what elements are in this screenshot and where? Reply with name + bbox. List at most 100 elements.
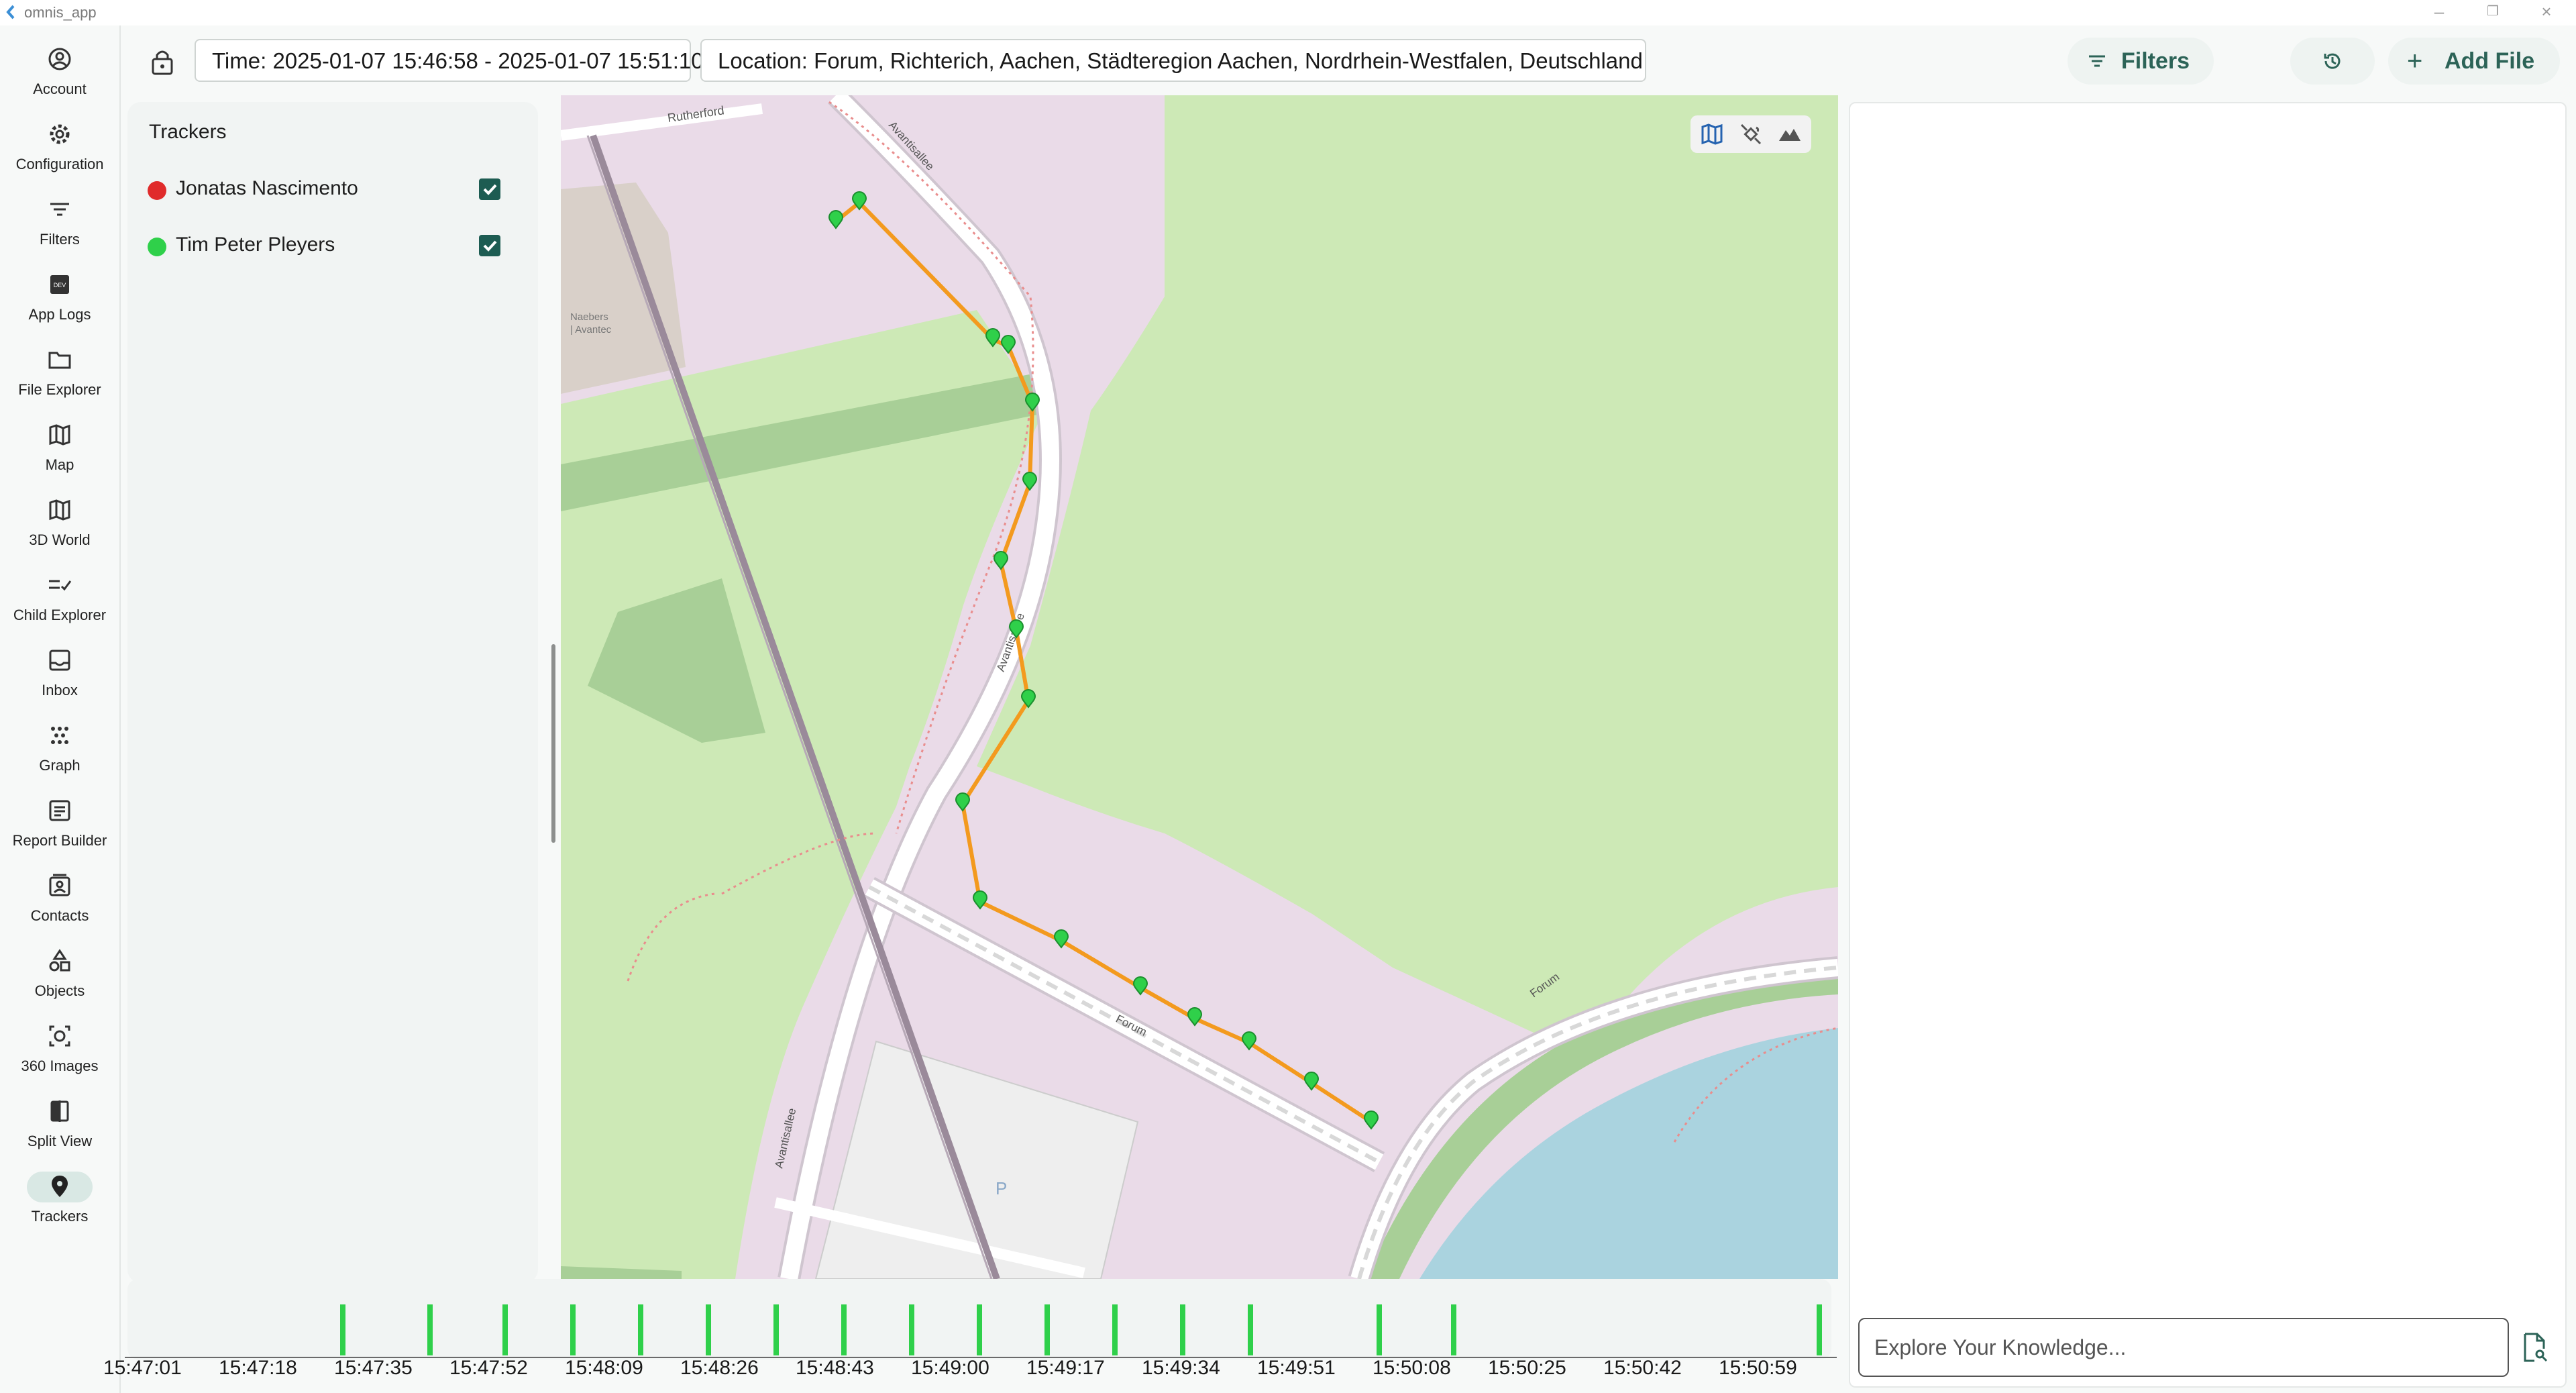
timeline-tick-label: 15:47:35 [334, 1357, 413, 1379]
sidebar-item-split-view[interactable]: Split View [0, 1091, 119, 1158]
tracker-color-dot [148, 238, 166, 256]
timeline-event-marker[interactable] [706, 1304, 711, 1355]
history-icon [2324, 53, 2341, 69]
history-button[interactable] [2290, 38, 2375, 85]
timeline-event-marker[interactable] [502, 1304, 508, 1355]
map-label-avantisallee-south: Avantisallee [772, 1107, 798, 1170]
folder-icon [46, 346, 73, 373]
lock-icon[interactable] [149, 47, 176, 76]
tracker-point[interactable] [1363, 1111, 1379, 1130]
sidebar-item-file-explorer[interactable]: File Explorer [0, 340, 119, 407]
minimize-button[interactable]: – [2426, 1, 2453, 21]
timeline-tick-label: 15:50:42 [1603, 1357, 1682, 1379]
sidebar-item-label: 360 Images [21, 1057, 99, 1074]
sidebar-item-objects[interactable]: Objects [0, 941, 119, 1008]
timeline-tick-label: 15:47:01 [103, 1357, 182, 1379]
timeline-event-marker[interactable] [570, 1304, 576, 1355]
tracker-point[interactable] [955, 792, 971, 812]
sidebar-item-graph[interactable]: Graph [0, 715, 119, 782]
filters-button-label: Filters [2121, 48, 2190, 74]
timeline-event-marker[interactable] [773, 1304, 779, 1355]
sidebar-item-label: Map [45, 456, 74, 473]
sidebar-item-label: Objects [34, 982, 85, 999]
sidebar-item-label: Split View [27, 1133, 93, 1149]
tracker-row[interactable]: Jonatas Nascimento [148, 169, 523, 209]
split-icon [46, 1098, 73, 1125]
sidebar-item-app-logs[interactable]: DEV App Logs [0, 264, 119, 331]
gear-icon [46, 121, 73, 148]
timeline-event-marker[interactable] [841, 1304, 847, 1355]
sidebar-item-label: Filters [40, 231, 80, 248]
tracker-checkbox[interactable] [479, 178, 500, 200]
tracker-checkbox[interactable] [479, 235, 500, 256]
timeline-event-marker[interactable] [1377, 1304, 1382, 1355]
map-style-button[interactable] [1699, 121, 1725, 148]
timeline-tick-label: 15:49:17 [1026, 1357, 1105, 1379]
panel-resize-handle[interactable] [551, 644, 555, 843]
sidebar-item-configuration[interactable]: Configuration [0, 114, 119, 181]
sidebar-item-inbox[interactable]: Inbox [0, 640, 119, 707]
sidebar-item-label: Contacts [30, 907, 89, 924]
timeline-tick-label: 15:47:18 [219, 1357, 297, 1379]
timeline-event-marker[interactable] [427, 1304, 433, 1355]
explore-knowledge-input[interactable] [1858, 1318, 2509, 1377]
sidebar-item-map[interactable]: Map [0, 415, 119, 482]
sidebar-item-label: Inbox [42, 682, 78, 699]
knowledge-panel [1849, 102, 2567, 1388]
map-label-avantec: | Avantec [570, 324, 612, 336]
location-chip[interactable]: Location: Forum, Richterich, Aachen, Stä… [700, 39, 1646, 82]
tracker-point[interactable] [1022, 472, 1038, 491]
panorama-icon [46, 1023, 73, 1049]
terrain-style-button[interactable] [1776, 121, 1803, 148]
timeline-event-marker[interactable] [1180, 1304, 1185, 1355]
timeline-tick-label: 15:49:51 [1257, 1357, 1336, 1379]
sidebar-item-label: Graph [39, 757, 80, 774]
sidebar-item-filters[interactable]: Filters [0, 189, 119, 256]
sidebar-item-label: Report Builder [12, 832, 107, 849]
tracker-color-dot [148, 181, 166, 200]
sidebar-item-account[interactable]: Account [0, 39, 119, 106]
timeline-tick-label: 15:50:59 [1719, 1357, 1797, 1379]
timeline-event-marker[interactable] [977, 1304, 982, 1355]
trackers-panel: Trackers Jonatas Nascimento Tim Peter Pl… [127, 102, 538, 1283]
timeline-event-marker[interactable] [1044, 1304, 1050, 1355]
sidebar-item-contacts[interactable]: Contacts [0, 866, 119, 933]
timeline-event-marker[interactable] [1451, 1304, 1456, 1355]
sidebar-item-360-images[interactable]: 360 Images [0, 1016, 119, 1083]
timeline-event-marker[interactable] [638, 1304, 643, 1355]
check-icon [483, 184, 497, 195]
timeline-event-marker[interactable] [1248, 1304, 1253, 1355]
satellite-style-button[interactable] [1737, 121, 1764, 148]
sidebar-item-3d-world[interactable]: 3D World [0, 490, 119, 557]
timeline-tick-label: 15:49:34 [1142, 1357, 1220, 1379]
trackers-title: Trackers [149, 121, 227, 143]
restore-button[interactable]: ❐ [2479, 1, 2506, 21]
account-icon [46, 46, 73, 72]
timeline-event-marker[interactable] [1112, 1304, 1118, 1355]
timeline-event-marker[interactable] [909, 1304, 914, 1355]
sidebar-item-label: Child Explorer [13, 607, 107, 623]
map-view[interactable]: Rutherford Avantisallee Naebers | Avante… [561, 95, 1838, 1279]
sidebar-item-child-explorer[interactable]: Child Explorer [0, 565, 119, 632]
map-icon [46, 421, 73, 448]
sidebar-item-label: Configuration [15, 156, 104, 172]
sidebar: Account Configuration Filters DEV App Lo… [0, 25, 121, 1393]
location-pin-icon [46, 1173, 73, 1200]
sidebar-item-report-builder[interactable]: Report Builder [0, 790, 119, 858]
tracker-point[interactable] [993, 551, 1009, 570]
timeline-event-marker[interactable] [1817, 1304, 1822, 1355]
timeline-tick-label: 15:50:25 [1488, 1357, 1566, 1379]
file-search-icon[interactable] [2520, 1331, 2549, 1363]
close-button[interactable]: × [2533, 1, 2560, 21]
sidebar-item-trackers[interactable]: Trackers [0, 1166, 119, 1233]
map-canvas[interactable]: Rutherford Avantisallee Naebers | Avante… [561, 95, 1838, 1279]
report-icon [46, 797, 73, 824]
filters-button[interactable]: Filters [2068, 38, 2214, 85]
add-file-button[interactable]: + Add File [2388, 38, 2560, 85]
timeline-event-marker[interactable] [340, 1304, 345, 1355]
tracker-point[interactable] [828, 210, 844, 229]
time-range-chip[interactable]: Time: 2025-01-07 15:46:58 - 2025-01-07 1… [195, 39, 704, 82]
plus-icon: + [2407, 46, 2423, 76]
tracker-row[interactable]: Tim Peter Pleyers [148, 225, 523, 266]
dev-icon: DEV [46, 271, 73, 298]
